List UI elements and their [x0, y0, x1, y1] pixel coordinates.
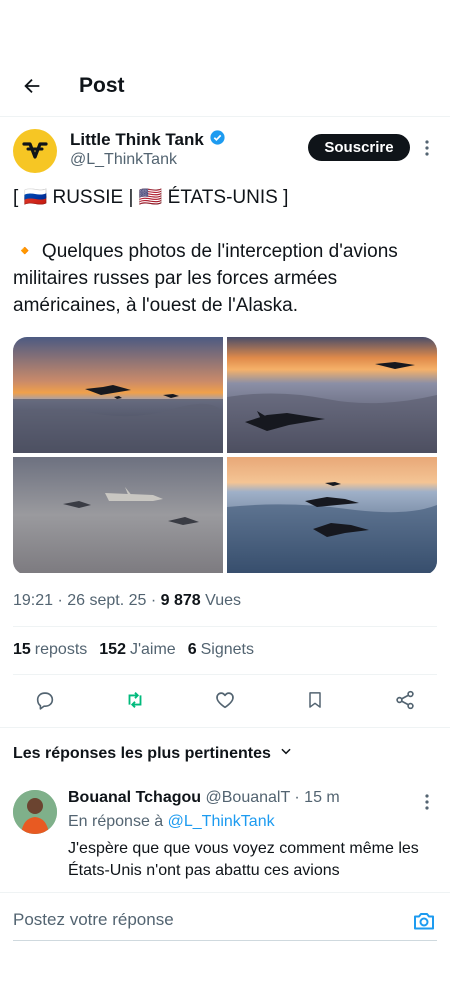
chevron-down-icon	[279, 744, 293, 763]
action-bar	[0, 686, 450, 716]
replies-sort-dropdown[interactable]: Les réponses les plus pertinentes	[13, 744, 293, 763]
compose-underline	[13, 940, 437, 941]
reply-compose-input[interactable]: Postez votre réponse	[13, 910, 174, 930]
author-handle[interactable]: @L_ThinkTank	[70, 151, 177, 169]
reply-more-options-icon[interactable]	[420, 792, 434, 812]
like-icon[interactable]	[211, 686, 239, 714]
section-divider	[0, 727, 450, 728]
likes-stat[interactable]: 152 J'aime	[99, 641, 175, 659]
camera-icon[interactable]	[412, 909, 436, 933]
views-label: Vues	[200, 592, 242, 609]
post-text: [ 🇷🇺 RUSSIE | 🇺🇸 ÉTATS-UNIS ] 🔸 Quelques…	[13, 184, 433, 319]
share-icon[interactable]	[391, 686, 419, 714]
photo-1[interactable]	[13, 337, 223, 453]
media-grid	[13, 337, 437, 575]
page-title: Post	[79, 74, 125, 97]
subscribe-button[interactable]: Souscrire	[308, 134, 410, 161]
reposts-stat[interactable]: 15 reposts	[13, 641, 87, 659]
author-name[interactable]: Little Think Tank	[70, 129, 226, 151]
views-count: 9 878	[160, 592, 201, 609]
reply-context: En réponse à @L_ThinkTank	[68, 813, 275, 830]
author-avatar[interactable]	[13, 129, 57, 173]
bookmark-icon[interactable]	[301, 686, 329, 714]
post-meta: 19:21 · 26 sept. 25 · 9 878 Vues	[13, 592, 241, 610]
reply-author[interactable]: Bouanal Tchagou @BouanalT · 15 m	[68, 789, 340, 807]
reply-text: J'espère que que vous voyez comment même…	[68, 840, 419, 879]
post-text-line-2: 🔸 Quelques photos de l'interception d'av…	[13, 241, 398, 316]
more-options-icon[interactable]	[420, 138, 434, 158]
photo-3[interactable]	[13, 457, 223, 573]
post-timestamp: 19:21 · 26 sept. 25 ·	[13, 592, 161, 609]
reply-icon[interactable]	[31, 686, 59, 714]
photo-4[interactable]	[227, 457, 437, 573]
divider	[13, 626, 437, 627]
post-text-line-1: [ 🇷🇺 RUSSIE | 🇺🇸 ÉTATS-UNIS ]	[13, 187, 289, 208]
divider	[13, 674, 437, 675]
bookmarks-stat[interactable]: 6 Signets	[188, 641, 254, 659]
post-stats: 15 reposts 152 J'aime 6 Signets	[13, 641, 254, 659]
photo-2[interactable]	[227, 337, 437, 453]
reply-to-handle-link[interactable]: @L_ThinkTank	[168, 813, 275, 830]
verified-badge-icon	[209, 129, 226, 151]
top-bar: Post	[0, 0, 450, 117]
repost-icon[interactable]	[121, 686, 149, 714]
compose-divider	[0, 892, 450, 893]
reply-avatar[interactable]	[13, 790, 57, 834]
back-arrow-icon[interactable]	[18, 72, 46, 100]
